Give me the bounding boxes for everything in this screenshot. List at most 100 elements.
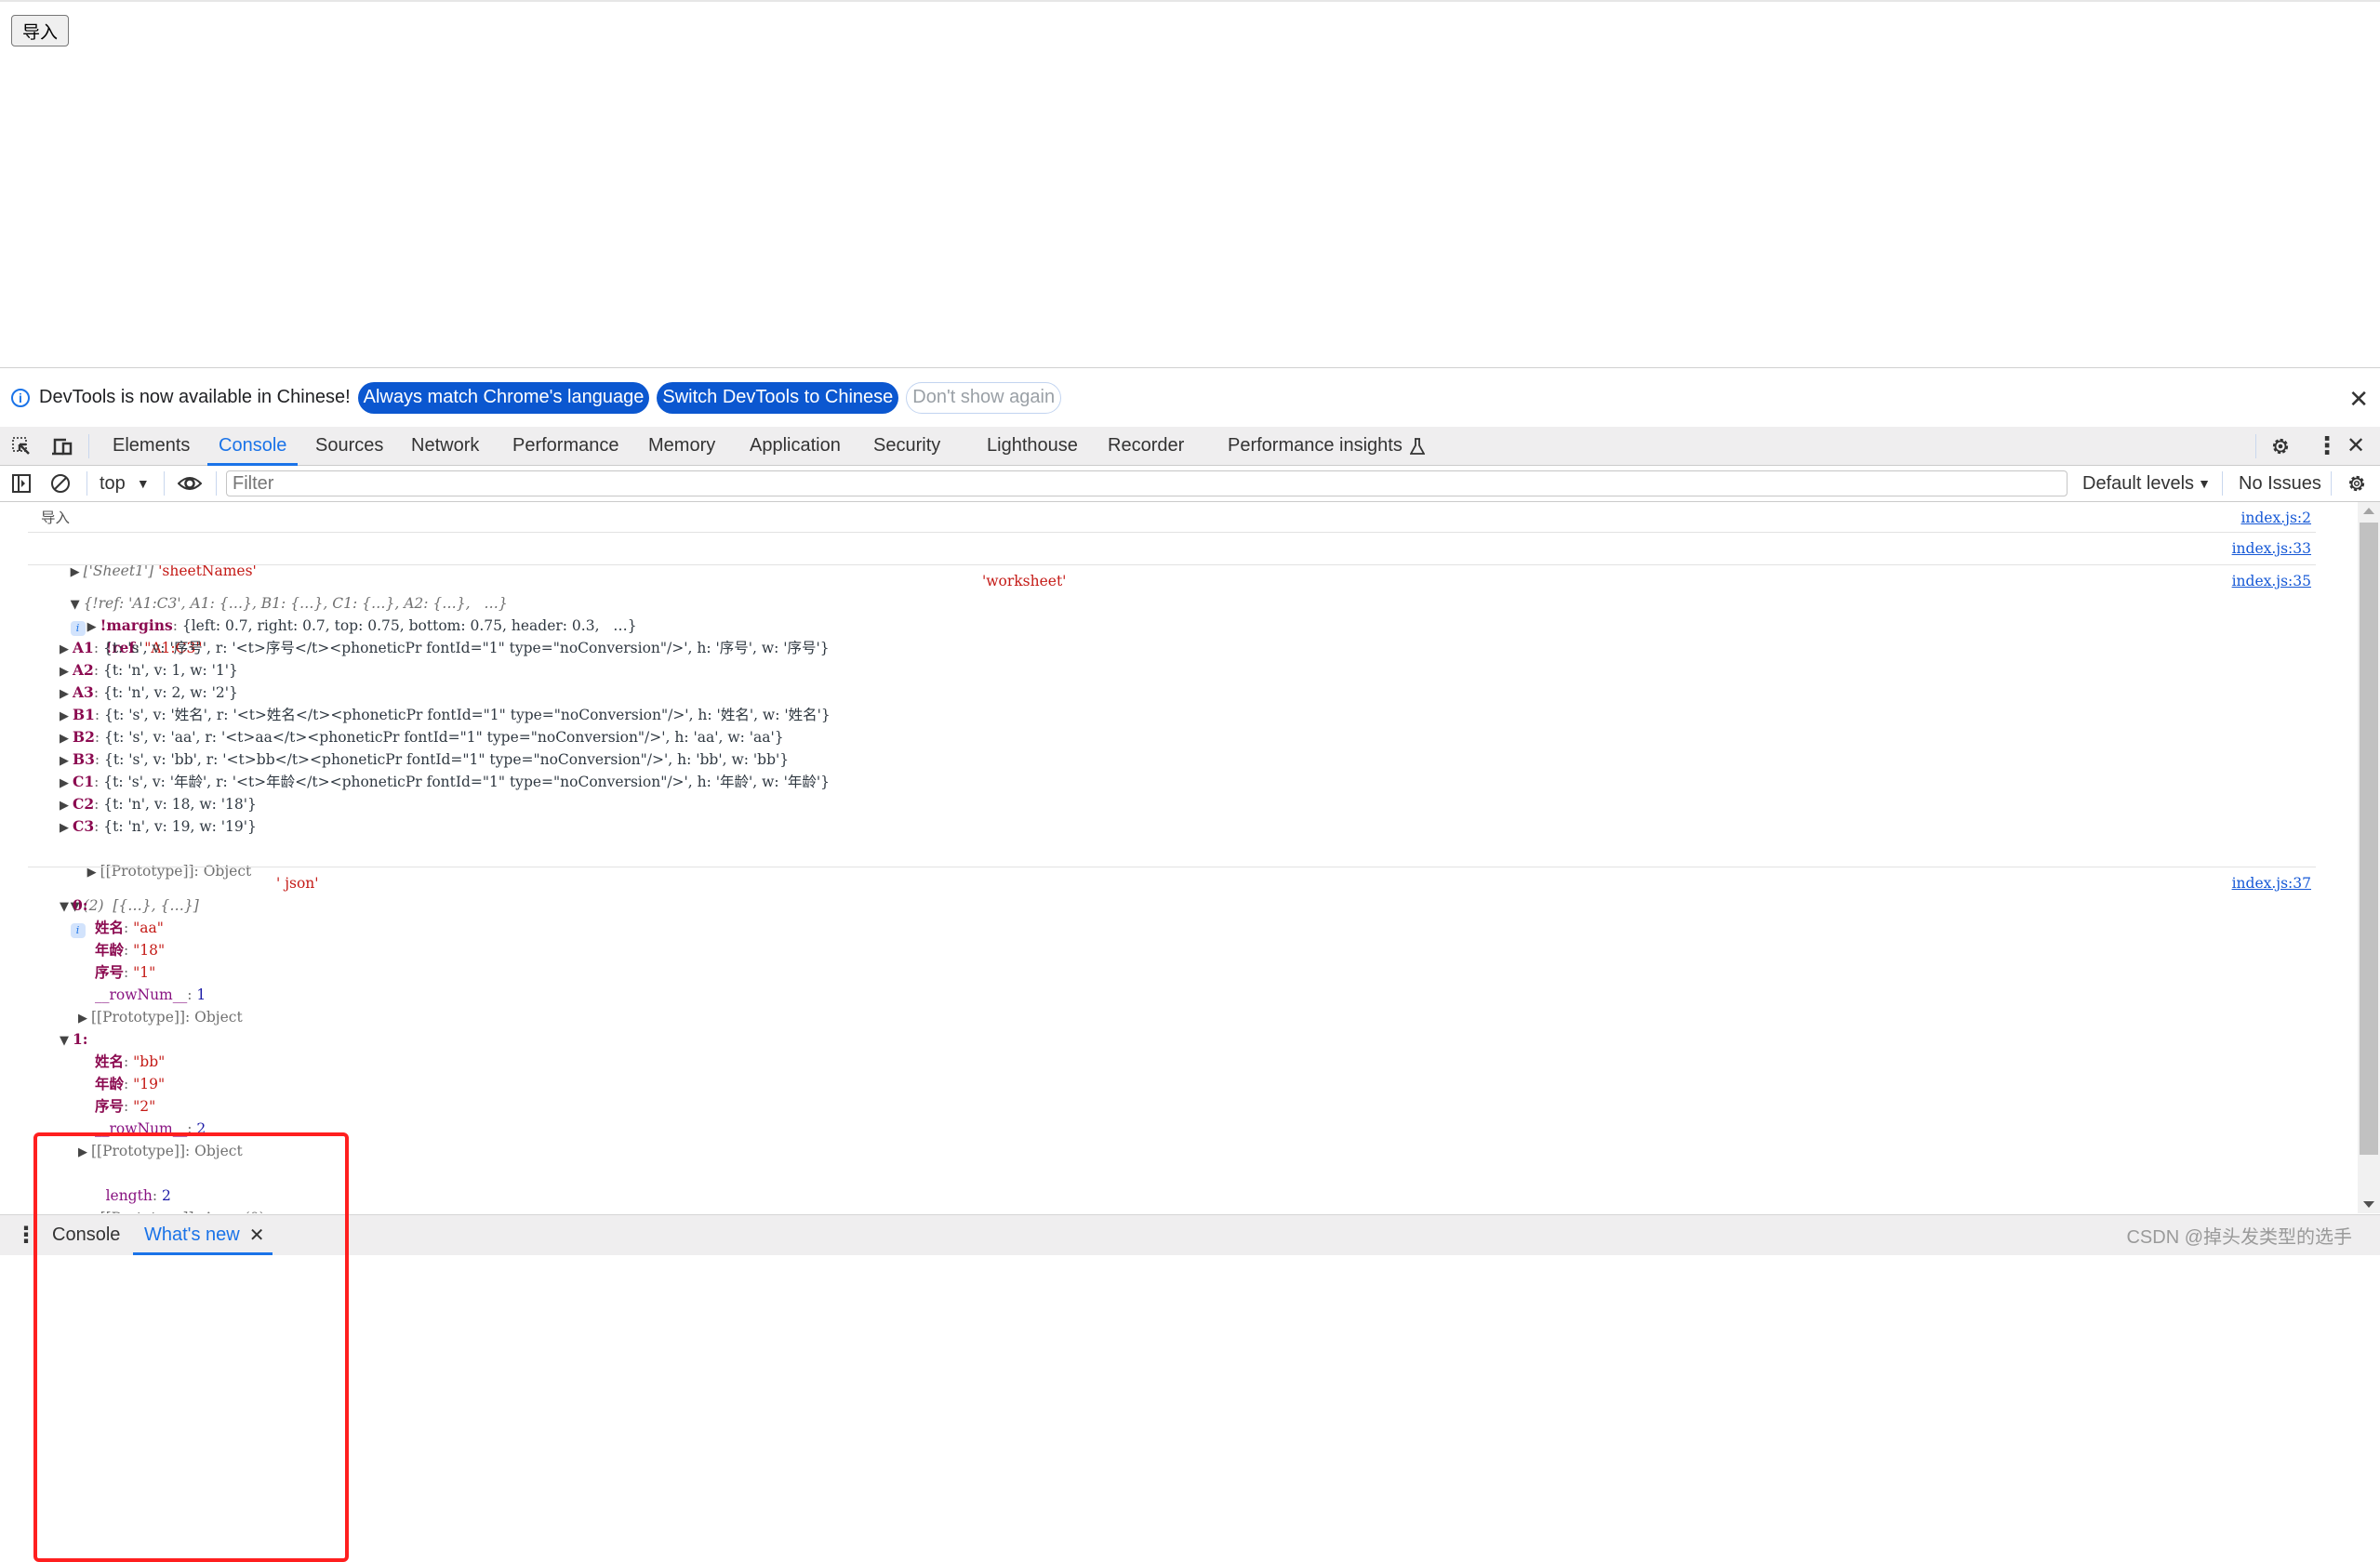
property-value: {t: 's', v: 'bb', r: '<t>bb</t><phonetic…	[104, 751, 790, 768]
tab-recorder[interactable]: Recorder	[1108, 427, 1184, 465]
property-value: {t: 'n', v: 19, w: '19'}	[103, 818, 257, 835]
device-toolbar-icon[interactable]	[51, 427, 73, 465]
property-key: A1	[73, 639, 94, 656]
import-button[interactable]: 导入	[11, 15, 69, 46]
language-infobar: i DevTools is now available in Chinese! …	[0, 368, 2380, 427]
source-link[interactable]: index.js:2	[2240, 507, 2311, 529]
json-item-prototype[interactable]: ▶ [[Prototype]]: Object	[78, 1006, 243, 1028]
tab-sources[interactable]: Sources	[315, 427, 383, 465]
json-item-property: 姓名: "aa"	[95, 919, 164, 936]
page-viewport: 导入	[0, 0, 2380, 369]
expand-arrow-icon[interactable]: ▶	[60, 795, 73, 817]
json-item-property: 序号: "1"	[95, 963, 156, 981]
divider	[2222, 471, 2223, 496]
scroll-up-arrow-icon[interactable]	[2363, 508, 2374, 514]
console-settings-gear-icon[interactable]	[2346, 466, 2368, 501]
worksheet-cell-property[interactable]: ▶ A2: {t: 'n', v: 1, w: '1'}	[60, 659, 238, 682]
expand-arrow-icon[interactable]: ▶	[60, 750, 73, 773]
log-message: 导入	[41, 510, 71, 526]
divider	[2331, 471, 2332, 496]
worksheet-cell-property[interactable]: ▶ C2: {t: 'n', v: 18, w: '18'}	[60, 793, 257, 815]
property-value: "aa"	[133, 920, 164, 936]
property-value: "18"	[133, 942, 166, 959]
property-value: 1	[196, 986, 206, 1003]
expand-arrow-icon[interactable]: ▶	[60, 639, 73, 661]
console-scrollbar[interactable]	[2358, 502, 2380, 1213]
settings-gear-icon[interactable]	[2269, 427, 2292, 465]
issues-counter[interactable]: No Issues	[2239, 466, 2321, 501]
property-key: B2	[73, 728, 95, 746]
filter-input[interactable]	[226, 470, 2068, 496]
object-property[interactable]: ▶ !margins: {left: 0.7, right: 0.7, top: …	[60, 592, 637, 634]
expand-arrow-icon[interactable]: ▶	[60, 773, 73, 795]
worksheet-cell-property[interactable]: ▶ A3: {t: 'n', v: 2, w: '2'}	[60, 682, 238, 704]
close-devtools-icon[interactable]: ✕	[2347, 427, 2365, 465]
tab-application[interactable]: Application	[750, 427, 841, 465]
object-prototype[interactable]: ▶ [[Prototype]]: Object	[60, 838, 252, 880]
property-value: "1"	[133, 964, 156, 981]
tab-network[interactable]: Network	[411, 427, 479, 465]
source-link[interactable]: index.js:33	[2232, 537, 2311, 560]
worksheet-cell-property[interactable]: ▶ A1: {t: 's', v: '序号', r: '<t>序号</t><pho…	[60, 637, 830, 659]
property-key: 姓名	[95, 919, 125, 936]
log-entry-worksheet[interactable]: ▼ {!ref: 'A1:C3', A1: {…}, B1: {…}, C1: {…	[43, 570, 508, 636]
json-item-header[interactable]: ▼ 0:	[60, 894, 88, 917]
property-value: "2"	[133, 1098, 156, 1115]
info-badge-icon[interactable]: i	[70, 923, 86, 938]
json-item-property: 年龄: "19"	[95, 1075, 166, 1092]
clear-console-icon[interactable]	[49, 466, 72, 501]
switch-to-chinese-button[interactable]: Switch DevTools to Chinese	[657, 381, 899, 414]
tab-memory[interactable]: Memory	[648, 427, 715, 465]
context-selector[interactable]: top ▼	[100, 466, 150, 501]
property-key: 姓名	[95, 1052, 125, 1070]
source-link[interactable]: index.js:37	[2232, 872, 2311, 894]
expand-arrow-icon[interactable]: ▶	[60, 706, 73, 728]
expand-arrow-icon[interactable]: ▶	[60, 817, 73, 840]
dont-show-again-button[interactable]: Don't show again	[906, 381, 1062, 414]
prototype-text: [[Prototype]]: Object	[91, 1009, 243, 1026]
inspect-element-icon[interactable]	[11, 427, 32, 465]
expand-arrow-icon[interactable]: ▶	[60, 728, 73, 750]
expand-arrow-icon[interactable]: ▶	[78, 1008, 91, 1030]
tab-console[interactable]: Console	[206, 427, 299, 466]
collapse-arrow-icon[interactable]: ▼	[60, 896, 73, 919]
property-value: {t: 's', v: '年龄', r: '<t>年龄</t><phonetic…	[103, 774, 830, 790]
scroll-down-arrow-icon[interactable]	[2363, 1201, 2374, 1208]
context-selector-value: top	[100, 472, 126, 494]
more-options-icon[interactable]: ⋮	[2315, 427, 2339, 465]
scrollbar-thumb[interactable]	[2360, 523, 2378, 1155]
tab-elements[interactable]: Elements	[113, 427, 190, 465]
property-key: 年龄	[95, 941, 125, 959]
property-key: 年龄	[95, 1075, 125, 1092]
item-index: 0:	[73, 896, 88, 914]
close-icon[interactable]: ✕	[2348, 385, 2369, 414]
sidebar-toggle-icon[interactable]	[11, 466, 32, 501]
property-key: __rowNum__	[95, 986, 188, 1003]
collapse-arrow-icon[interactable]: ▼	[60, 1030, 73, 1052]
worksheet-cell-property[interactable]: ▶ B3: {t: 's', v: 'bb', r: '<t>bb</t><pho…	[60, 748, 789, 771]
worksheet-cell-property[interactable]: ▶ B1: {t: 's', v: '姓名', r: '<t>姓名</t><pho…	[60, 704, 831, 726]
highlight-annotation-box	[33, 1132, 349, 1562]
experiment-flask-icon	[1409, 437, 1425, 455]
expand-arrow-icon[interactable]: ▶	[60, 661, 73, 683]
live-expression-eye-icon[interactable]	[178, 466, 202, 501]
expand-arrow-icon[interactable]: ▶	[60, 683, 73, 706]
worksheet-cell-property[interactable]: ▶ C3: {t: 'n', v: 19, w: '19'}	[60, 815, 257, 838]
tab-security[interactable]: Security	[873, 427, 940, 465]
worksheet-cell-property[interactable]: ▶ C1: {t: 's', v: '年龄', r: '<t>年龄</t><pho…	[60, 771, 830, 793]
log-entry-json[interactable]: ▼ (2) [{…}, {…}] i	[43, 872, 199, 938]
log-separator	[28, 564, 2316, 565]
source-link[interactable]: index.js:35	[2232, 570, 2311, 592]
log-levels-dropdown[interactable]: Default levels ▼	[2082, 466, 2211, 501]
divider	[88, 434, 89, 458]
tab-performance-insights[interactable]: Performance insights	[1228, 427, 1425, 465]
dropdown-arrow-icon: ▼	[136, 476, 150, 491]
json-item-header[interactable]: ▼ 1:	[60, 1028, 88, 1051]
property-value: {t: 's', v: 'aa', r: '<t>aa</t><phonetic…	[104, 729, 784, 746]
tab-performance[interactable]: Performance	[512, 427, 619, 465]
log-entry-sheetnames[interactable]: ▶ ['Sheet1'] 'sheetNames'	[43, 537, 257, 579]
worksheet-cell-property[interactable]: ▶ B2: {t: 's', v: 'aa', r: '<t>aa</t><pho…	[60, 726, 784, 748]
always-match-language-button[interactable]: Always match Chrome's language	[357, 381, 650, 414]
json-item-property: 序号: "2"	[95, 1097, 156, 1115]
tab-lighthouse[interactable]: Lighthouse	[987, 427, 1078, 465]
